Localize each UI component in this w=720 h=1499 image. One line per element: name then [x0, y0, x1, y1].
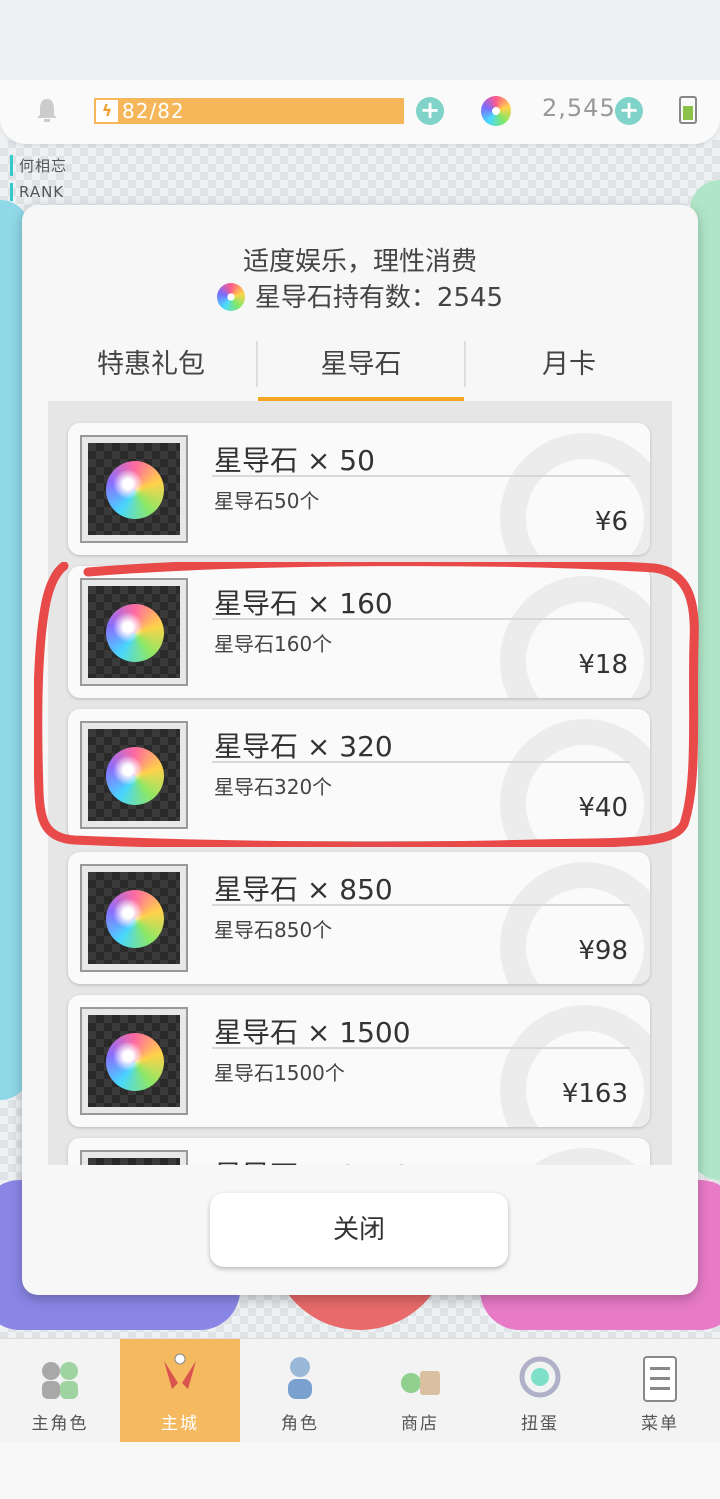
nav-item-gacha[interactable]: 扭蛋: [480, 1339, 600, 1443]
product-list[interactable]: 星导石 × 50 星导石50个 ¥6 星导石 × 160 星导石160个 ¥18…: [48, 401, 672, 1165]
bottom-nav: 主角色 主城 角色 商店 扭蛋 菜单: [0, 1338, 720, 1443]
star-stone-icon: [106, 461, 164, 519]
tab-special-package[interactable]: 特惠礼包: [48, 333, 254, 403]
nav-label: 主角色: [31, 1414, 89, 1434]
product-price: ¥163: [561, 1079, 628, 1109]
star-stone-icon: [481, 96, 511, 126]
star-stone-icon: [216, 283, 245, 311]
product-thumbnail: [80, 435, 188, 543]
star-stone-icon: [106, 1033, 164, 1091]
divider: [212, 904, 630, 906]
divider: [212, 618, 630, 620]
product-thumbnail: [80, 1150, 188, 1165]
nav-item-character[interactable]: 角色: [240, 1339, 360, 1443]
product-name: 星导石 × 160: [214, 587, 393, 620]
bell-icon[interactable]: [33, 96, 61, 124]
product-thumbnail: [80, 721, 188, 829]
consumption-notice: 适度娱乐，理性消费: [242, 247, 477, 277]
product-item[interactable]: 星导石 × 3150: [68, 1138, 650, 1165]
nav-item-menu[interactable]: 菜单: [600, 1339, 720, 1443]
close-button[interactable]: 关闭: [210, 1193, 508, 1267]
product-price: ¥40: [578, 793, 628, 823]
gacha-icon: [519, 1356, 561, 1398]
product-thumbnail: [80, 864, 188, 972]
product-price: ¥18: [578, 650, 628, 680]
product-name: 星导石 × 1500: [214, 1016, 411, 1049]
divider: [212, 475, 630, 477]
protagonist-icon: [42, 1362, 78, 1399]
gem-count: 2,545: [542, 94, 616, 122]
product-desc: 星导石160个: [214, 632, 333, 656]
system-nav-bar: [0, 1442, 720, 1499]
nav-label: 扭蛋: [521, 1414, 559, 1434]
nav-label: 角色: [281, 1414, 319, 1434]
add-gems-button[interactable]: +: [615, 97, 643, 125]
product-desc: 星导石850个: [214, 918, 333, 942]
star-stone-icon: [106, 890, 164, 948]
player-name: 何相忘: [10, 155, 67, 176]
shop-tabs: 特惠礼包 星导石 月卡: [48, 333, 672, 403]
item-decoration: [500, 1148, 650, 1165]
menu-icon: [643, 1356, 677, 1402]
product-name: 星导石 × 850: [214, 873, 393, 906]
product-desc: 星导石320个: [214, 775, 333, 799]
product-name: 星导石 × 320: [214, 730, 393, 763]
product-item[interactable]: 星导石 × 320 星导石320个 ¥40: [68, 709, 650, 841]
star-stone-icon: [106, 604, 164, 662]
holding-count: 星导石持有数：2545: [22, 277, 698, 314]
shop-icon: [401, 1371, 440, 1395]
status-bar: ϟ 82/82 + 2,545 +: [0, 80, 720, 144]
product-name: 星导石 × 3150: [214, 1154, 411, 1165]
star-stone-icon: [106, 747, 164, 805]
energy-text: 82/82: [122, 99, 185, 123]
product-item[interactable]: 星导石 × 850 星导石850个 ¥98: [68, 852, 650, 984]
nav-item-shop[interactable]: 商店: [360, 1339, 480, 1443]
holding-text: 星导石持有数：2545: [254, 283, 504, 313]
product-price: ¥6: [594, 507, 628, 537]
main-city-icon: [164, 1353, 196, 1389]
energy-icon: ϟ: [96, 100, 118, 122]
nav-label: 主城: [161, 1414, 199, 1434]
divider: [212, 1047, 630, 1049]
product-price: ¥98: [578, 936, 628, 966]
shop-modal: 适度娱乐，理性消费 星导石持有数：2545 特惠礼包 星导石 月卡 星导石 × …: [22, 205, 698, 1295]
product-thumbnail: [80, 578, 188, 686]
tab-monthly-card[interactable]: 月卡: [466, 333, 672, 403]
add-energy-button[interactable]: +: [416, 97, 444, 125]
nav-label: 商店: [401, 1414, 439, 1434]
divider: [212, 761, 630, 763]
rank-label: RANK: [10, 183, 64, 201]
product-item[interactable]: 星导石 × 50 星导石50个 ¥6: [68, 423, 650, 555]
product-item[interactable]: 星导石 × 1500 星导石1500个 ¥163: [68, 995, 650, 1127]
product-desc: 星导石1500个: [214, 1061, 345, 1085]
character-icon: [288, 1357, 312, 1399]
nav-item-main-city[interactable]: 主城: [120, 1339, 240, 1443]
energy-bar: ϟ 82/82: [94, 98, 404, 124]
product-thumbnail: [80, 1007, 188, 1115]
tab-star-stone[interactable]: 星导石: [258, 333, 464, 403]
battery-icon: [679, 96, 697, 124]
product-desc: 星导石50个: [214, 489, 320, 513]
nav-item-protagonist[interactable]: 主角色: [0, 1339, 120, 1443]
product-name: 星导石 × 50: [214, 444, 375, 477]
product-item[interactable]: 星导石 × 160 星导石160个 ¥18: [68, 566, 650, 698]
nav-label: 菜单: [641, 1414, 679, 1434]
